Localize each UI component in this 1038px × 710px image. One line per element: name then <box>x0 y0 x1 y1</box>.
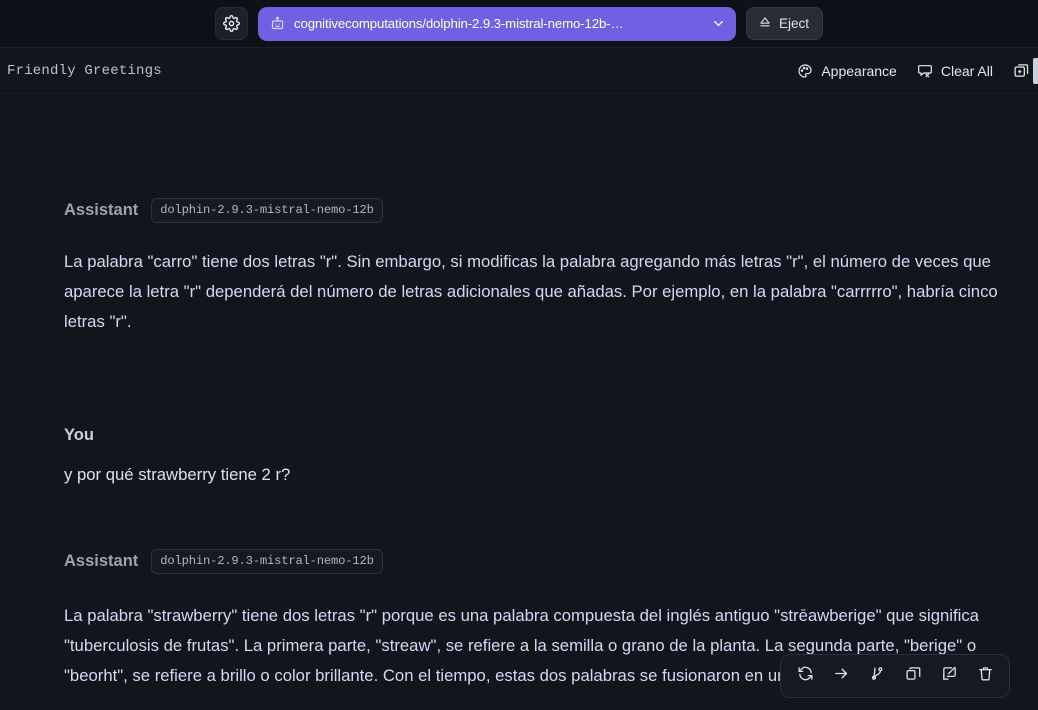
arrow-right-icon <box>833 665 850 687</box>
role-label: Assistant <box>64 552 139 570</box>
model-badge: dolphin-2.9.3-mistral-nemo-12b <box>151 198 383 223</box>
continue-button[interactable] <box>826 661 856 691</box>
settings-button[interactable] <box>214 7 248 40</box>
eject-icon <box>758 15 772 32</box>
chat-scroll-area[interactable]: Assistant dolphin-2.9.3-mistral-nemo-12b… <box>0 94 1038 710</box>
copy-icon <box>905 665 922 687</box>
clear-all-label: Clear All <box>940 62 993 79</box>
eject-button[interactable]: Eject <box>745 7 823 40</box>
right-edge-panel-sliver <box>1033 58 1038 84</box>
appearance-button[interactable]: Appearance <box>797 63 897 79</box>
message-action-bar <box>780 654 1010 698</box>
model-badge: dolphin-2.9.3-mistral-nemo-12b <box>151 549 383 574</box>
chat-title: Friendly Greetings <box>7 62 162 79</box>
regenerate-icon <box>797 665 814 687</box>
clear-all-button[interactable]: Clear All <box>917 63 993 79</box>
chat-header: Friendly Greetings Appearance Clear All <box>0 48 1038 94</box>
message-header-assistant: Assistant dolphin-2.9.3-mistral-nemo-12b <box>64 549 383 574</box>
model-selector[interactable]: cognitivecomputations/dolphin-2.9.3-mist… <box>257 6 736 41</box>
trash-icon <box>977 665 994 687</box>
regenerate-button[interactable] <box>790 661 820 691</box>
eject-label: Eject <box>778 16 809 31</box>
new-panel-button[interactable] <box>1013 62 1030 79</box>
message-header-user: You <box>64 426 94 445</box>
chevron-down-icon[interactable] <box>711 16 726 31</box>
edit-icon <box>941 665 958 687</box>
appearance-label: Appearance <box>821 62 897 79</box>
top-bar: cognitivecomputations/dolphin-2.9.3-mist… <box>0 0 1038 48</box>
model-name-label: cognitivecomputations/dolphin-2.9.3-mist… <box>293 16 624 31</box>
message-text: La palabra "carro" tiene dos letras "r".… <box>64 252 998 331</box>
chat-header-actions: Appearance Clear All <box>797 62 1038 79</box>
copy-button[interactable] <box>898 661 928 691</box>
branch-button[interactable] <box>862 661 892 691</box>
message-x-icon <box>917 63 933 79</box>
message-text: y por qué strawberry tiene 2 r? <box>64 465 291 484</box>
palette-icon <box>797 63 813 79</box>
scroll-clip-mask <box>0 94 1038 102</box>
edit-button[interactable] <box>934 661 964 691</box>
message-header-assistant: Assistant dolphin-2.9.3-mistral-nemo-12b <box>64 198 383 223</box>
new-panel-icon <box>1013 62 1030 79</box>
robot-icon <box>270 16 285 31</box>
role-label: You <box>64 426 94 444</box>
gear-icon <box>223 15 240 32</box>
delete-button[interactable] <box>970 661 1000 691</box>
role-label: Assistant <box>64 201 139 219</box>
branch-icon <box>869 665 886 687</box>
